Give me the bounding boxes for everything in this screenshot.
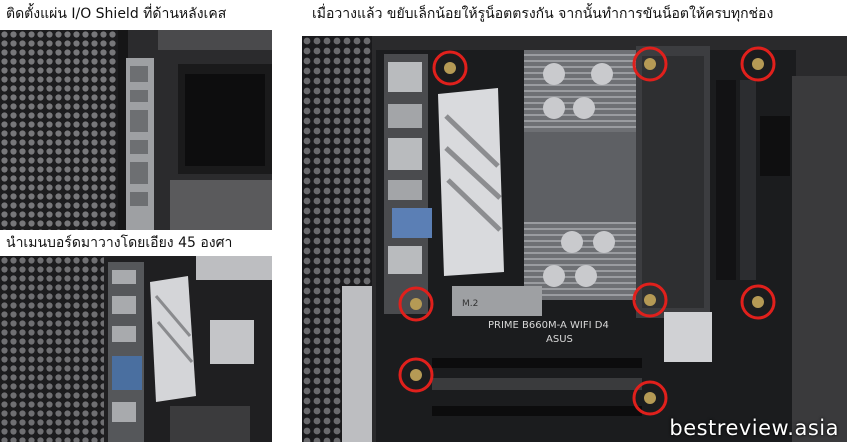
caption-io-shield: ติดตั้งแผ่น I/O Shield ที่ด้านหลังเคส [6, 6, 227, 22]
board-model-label: PRIME B660M-A WIFI D4 [488, 320, 609, 331]
photo-motherboard-installed: M.2 PRIME B660M-A WIFI D4 ASUS [302, 36, 847, 442]
board-brand-label: ASUS [546, 334, 573, 345]
caption-motherboard-angle: นำเมนบอร์ดมาวางโดยเอียง 45 องศา [6, 235, 233, 251]
photo-motherboard-angle [0, 256, 272, 442]
photo-io-shield [0, 30, 272, 230]
m2-label: M.2 [462, 299, 478, 309]
watermark-logo: bestreview.asia [669, 416, 839, 440]
caption-screw-alignment: เมื่อวางแล้ว ขยับเล็กน้อยให้รูน็อตตรงกัน… [312, 6, 774, 22]
